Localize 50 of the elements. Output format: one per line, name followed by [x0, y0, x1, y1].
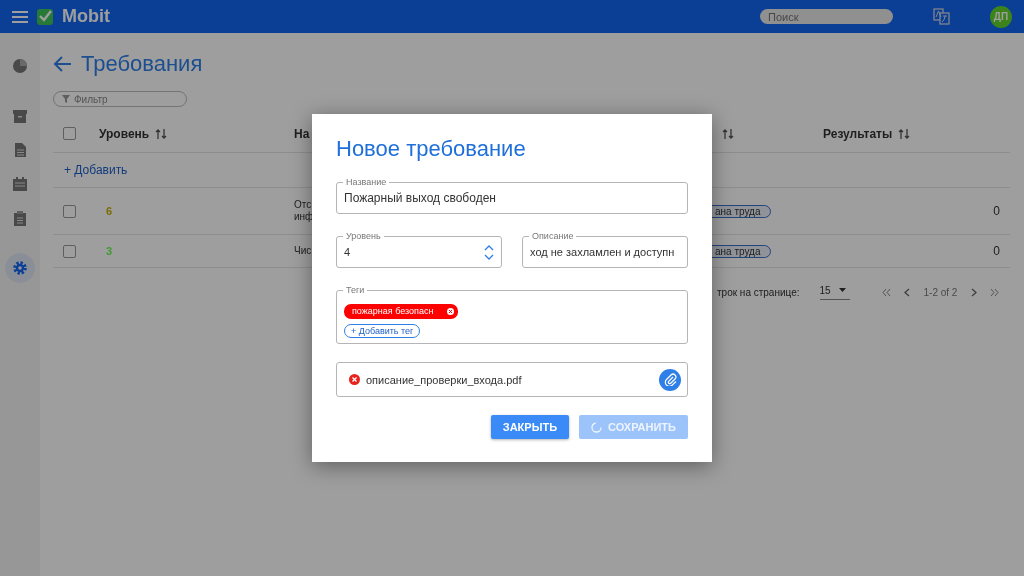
- select-all-checkbox[interactable]: [63, 127, 76, 140]
- last-page-icon[interactable]: [990, 287, 1000, 297]
- row-checkbox[interactable]: [63, 204, 76, 218]
- pie-chart-icon: [12, 58, 28, 74]
- level-value: 6: [106, 205, 113, 217]
- dialog-button[interactable]: ЗАКРЫТЬ: [490, 415, 570, 439]
- tag-chip: пожарная безопасн: [344, 303, 459, 319]
- filter-icon: [62, 95, 70, 103]
- back-arrow-icon[interactable]: [53, 55, 71, 73]
- row-checkbox[interactable]: [63, 244, 76, 258]
- column-header[interactable]: Уровень: [99, 126, 150, 141]
- sort-icon[interactable]: [898, 127, 911, 140]
- page-title: Требования: [81, 51, 203, 77]
- settings-icon: [12, 260, 28, 276]
- remove-file-icon[interactable]: [349, 374, 360, 385]
- table-cell: 0: [993, 244, 1000, 258]
- column-header[interactable]: Результаты: [823, 126, 893, 141]
- file-name: описание_проверки_входа.pdf: [366, 373, 523, 386]
- archive-box-icon: [12, 108, 28, 124]
- document-icon: [12, 142, 28, 158]
- sort-icon[interactable]: [722, 127, 734, 140]
- paperclip-icon: [663, 373, 677, 386]
- table-cell: 0: [993, 204, 1000, 218]
- add-tag-button[interactable]: + Добавить тег: [344, 323, 421, 338]
- sort-icon[interactable]: [155, 127, 168, 140]
- add-link[interactable]: + Добавить: [64, 163, 128, 177]
- table-cell: Чис: [294, 245, 312, 257]
- stepper-arrows-icon[interactable]: [484, 244, 494, 260]
- clipboard-icon: [12, 210, 28, 226]
- first-page-icon[interactable]: [881, 287, 891, 297]
- check-logo-icon: [36, 7, 54, 26]
- previous-page-icon[interactable]: [902, 287, 912, 297]
- spinner-icon: [591, 421, 603, 433]
- column-header[interactable]: На: [294, 126, 310, 141]
- app-logo: Mobit: [62, 6, 110, 27]
- rows-per-page-select[interactable]: 15: [819, 284, 850, 300]
- table-cell: Отс: [294, 199, 312, 211]
- calendar-icon: [12, 176, 28, 192]
- next-page-icon[interactable]: [969, 287, 979, 297]
- level-value: 3: [106, 245, 113, 257]
- translate-icon[interactable]: [933, 8, 950, 25]
- page-range: 1-2 of 2: [923, 286, 958, 298]
- dialog-title: Новое требование: [336, 136, 527, 162]
- search-field[interactable]: Поиск: [760, 9, 893, 24]
- caret-icon: [838, 288, 846, 292]
- rows-per-page-label: трок на странице:: [717, 286, 800, 298]
- attach-button[interactable]: [659, 368, 681, 391]
- menu-icon[interactable]: [12, 10, 28, 23]
- remove-tag-icon[interactable]: [447, 307, 455, 315]
- sidebar-item[interactable]: [5, 253, 35, 283]
